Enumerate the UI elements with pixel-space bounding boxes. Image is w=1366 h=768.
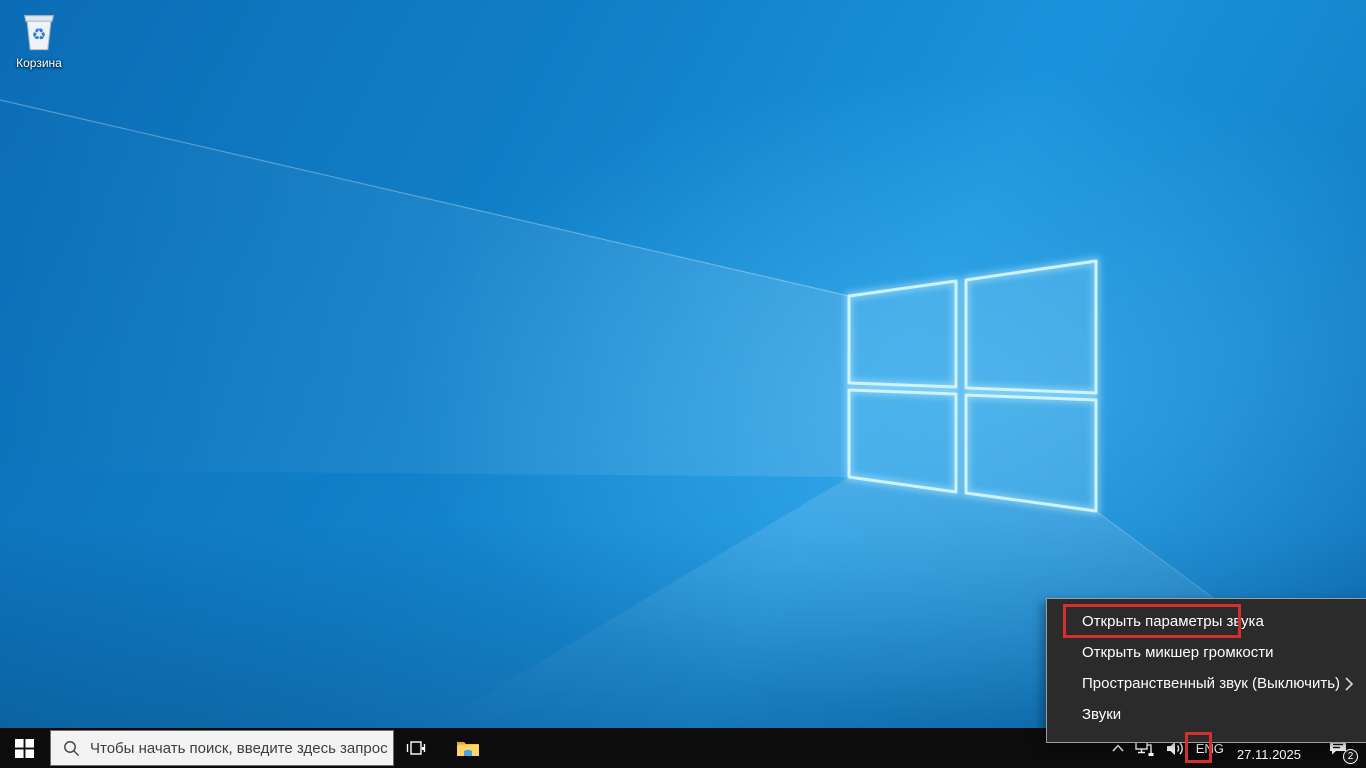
recycle-bin-icon: ♻ xyxy=(24,15,54,51)
windows-desktop: ♻ Корзина Открыть параметры звука Открыт… xyxy=(0,0,1366,768)
windows-logo-icon xyxy=(14,738,34,758)
recycle-bin[interactable]: ♻ Корзина xyxy=(6,8,72,70)
recycle-bin-label: Корзина xyxy=(16,56,62,70)
volume-context-menu: Открыть параметры звука Открыть микшер г… xyxy=(1046,598,1366,743)
task-view-icon xyxy=(406,741,426,755)
chevron-up-icon xyxy=(1112,744,1124,752)
menu-item-open-volume-mixer[interactable]: Открыть микшер громкости xyxy=(1047,637,1366,668)
date-label: 27.11.2025 xyxy=(1236,746,1301,762)
taskbar-search-input[interactable]: Чтобы начать поиск, введите здесь запрос xyxy=(50,730,394,766)
notification-badge: 2 xyxy=(1343,749,1358,764)
file-explorer-icon xyxy=(457,742,479,756)
search-placeholder: Чтобы начать поиск, введите здесь запрос xyxy=(90,739,388,757)
menu-item-sounds[interactable]: Звуки xyxy=(1047,699,1366,730)
file-explorer-button[interactable] xyxy=(448,728,488,768)
start-button[interactable] xyxy=(0,728,48,768)
search-icon xyxy=(64,740,80,756)
submenu-chevron-right-icon xyxy=(1345,676,1354,691)
task-view-button[interactable] xyxy=(396,728,436,768)
svg-text:♻: ♻ xyxy=(32,25,47,44)
menu-item-spatial-sound[interactable]: Пространственный звук (Выключить) xyxy=(1047,668,1366,699)
menu-item-open-sound-settings[interactable]: Открыть параметры звука xyxy=(1047,606,1366,637)
